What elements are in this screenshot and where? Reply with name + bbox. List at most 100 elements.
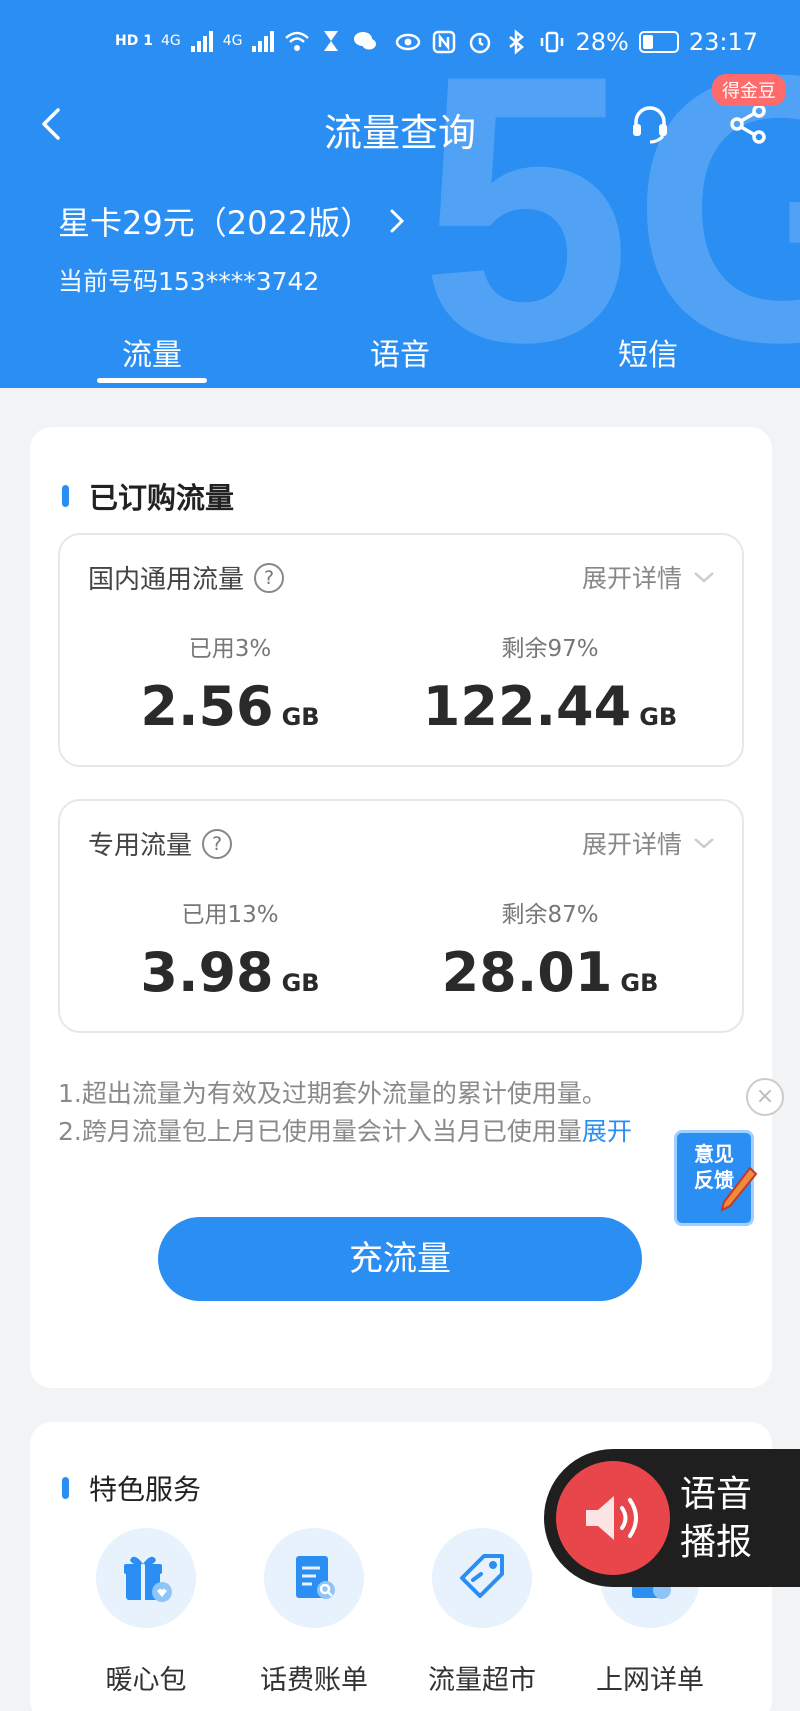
remaining-label: 剩余87% [501, 902, 599, 928]
service-item-warm-pack[interactable]: 暖心包 [76, 1528, 216, 1697]
service-item-bill[interactable]: 话费账单 [244, 1528, 384, 1697]
used-label: 已用13% [181, 902, 279, 928]
service-item-data-market[interactable]: 流量超市 [412, 1528, 552, 1697]
hourglass-icon [324, 31, 339, 51]
battery-text: 28% [575, 28, 629, 56]
battery-icon [638, 31, 679, 53]
feedback-close-button[interactable]: × [746, 1078, 784, 1116]
status-bar: HD 1 4G 4G 28% 23:17 [0, 18, 800, 74]
voice-broadcast-button[interactable]: 语音 播报 [544, 1449, 800, 1587]
service-label: 流量超市 [428, 1665, 536, 1696]
nfc-icon [433, 30, 456, 54]
used-value: 3.98 [140, 941, 274, 1004]
clock: 23:17 [688, 28, 758, 56]
remaining-label: 剩余97% [501, 636, 599, 662]
remaining-value: 28.01 [441, 941, 613, 1004]
tab-data[interactable]: 流量 [52, 330, 252, 374]
pencil-icon [720, 1166, 758, 1212]
expand-label: 展开详情 [581, 564, 682, 593]
service-label: 上网详单 [596, 1665, 704, 1696]
chevron-down-icon [694, 838, 714, 849]
eye-icon [396, 33, 421, 51]
expand-label: 展开详情 [581, 830, 682, 859]
used-value: 2.56 [140, 675, 274, 738]
used-value-row: 3.98 GB [80, 941, 380, 1004]
coin-badge[interactable]: 得金豆 [712, 74, 786, 106]
quota-box-general: 国内通用流量 ? 展开详情 已用3% 2.56 GB 剩余97% 122.44 GB [58, 533, 744, 767]
section-title-services: 特色服务 [62, 1468, 201, 1508]
help-icon[interactable]: ? [254, 562, 285, 593]
wifi-icon [285, 31, 310, 51]
service-icon-circle [264, 1528, 364, 1628]
voice-label: 语音 播报 [680, 1471, 752, 1567]
page-title: 流量查询 [323, 111, 476, 155]
phone-number: 当前号码153****3742 [58, 267, 320, 296]
bluetooth-icon [509, 29, 525, 55]
tag-icon [460, 1554, 504, 1598]
section-title-subscribed: 已订购流量 [62, 475, 234, 517]
plan-info[interactable]: 星卡29元（2022版） 当前号码153****3742 [58, 198, 408, 298]
tab-sms[interactable]: 短信 [548, 330, 748, 374]
net2-label: 4G [222, 33, 243, 49]
unit: GB [620, 969, 659, 997]
note-line-2: 2.跨月流量包上月已使用量会计入当月已使用量 [58, 1117, 582, 1146]
tab-bar: 流量 语音 短信 [0, 330, 800, 388]
voice-line-1: 语音 [680, 1474, 753, 1515]
net1-label: 4G [160, 33, 181, 49]
expand-details-button[interactable]: 展开详情 [582, 825, 716, 861]
nav-bar: 流量查询 [0, 90, 800, 162]
quota-name: 专用流量 [88, 831, 193, 861]
remaining-value-row: 122.44 GB [400, 675, 700, 738]
unit: GB [639, 703, 678, 731]
alarm-icon [470, 32, 491, 54]
services-title: 特色服务 [89, 1473, 202, 1506]
customer-service-icon[interactable] [628, 102, 672, 146]
voice-line-2: 播报 [680, 1522, 753, 1563]
note-line-2-row: 2.跨月流量包上月已使用量会计入当月已使用量展开 [58, 1113, 718, 1151]
quota-name: 国内通用流量 [88, 565, 245, 595]
signal-icon [190, 31, 213, 52]
quota-name-row: 专用流量 ? [88, 825, 233, 862]
chevron-right-icon [390, 209, 405, 233]
voice-icon-circle [556, 1461, 670, 1575]
used-stat: 已用3% 2.56 GB [80, 629, 380, 738]
sim1-label: HD 1 [115, 33, 153, 49]
gift-icon [124, 1556, 172, 1602]
signal-icon-2 [252, 31, 275, 52]
service-label: 话费账单 [260, 1665, 368, 1696]
notes: 1.超出流量为有效及过期套外流量的累计使用量。 2.跨月流量包上月已使用量会计入… [58, 1075, 718, 1151]
title-accent-bar [62, 485, 69, 507]
unit: GB [281, 703, 320, 731]
recharge-button[interactable]: 充流量 [158, 1217, 642, 1301]
header: 5G HD 1 4G 4G 28% 23:17 流量查询 得金豆 星卡29元（2… [0, 0, 800, 388]
quota-name-row: 国内通用流量 ? [88, 559, 285, 596]
remaining-value: 122.44 [422, 675, 632, 738]
unit: GB [281, 969, 320, 997]
quota-box-dedicated: 专用流量 ? 展开详情 已用13% 3.98 GB 剩余87% 28.01 GB [58, 799, 744, 1033]
subscribed-card: 已订购流量 国内通用流量 ? 展开详情 已用3% 2.56 GB 剩余97% 12… [30, 427, 772, 1388]
speaker-icon [586, 1496, 638, 1540]
service-icon-circle [432, 1528, 532, 1628]
used-value-row: 2.56 GB [80, 675, 380, 738]
vibrate-icon [541, 31, 564, 53]
notes-expand-link[interactable]: 展开 [582, 1117, 632, 1146]
subscribed-title: 已订购流量 [89, 481, 235, 515]
wechat-icon [354, 32, 377, 50]
title-accent-bar [62, 1477, 69, 1499]
expand-details-button[interactable]: 展开详情 [582, 559, 716, 595]
share-icon[interactable] [726, 102, 770, 146]
used-label: 已用3% [188, 636, 272, 662]
tab-indicator [97, 378, 207, 383]
remaining-stat: 剩余87% 28.01 GB [400, 895, 700, 1004]
status-left: HD 1 4G 4G [115, 28, 378, 54]
tab-voice[interactable]: 语音 [300, 330, 500, 374]
help-icon[interactable]: ? [202, 828, 233, 859]
plan-name: 星卡29元（2022版） [58, 204, 373, 242]
remaining-value-row: 28.01 GB [400, 941, 700, 1004]
note-line-1: 1.超出流量为有效及过期套外流量的累计使用量。 [58, 1079, 607, 1108]
service-label: 暖心包 [105, 1665, 187, 1696]
plan-name-row[interactable]: 星卡29元（2022版） [58, 198, 408, 244]
remaining-stat: 剩余97% 122.44 GB [400, 629, 700, 738]
used-stat: 已用13% 3.98 GB [80, 895, 380, 1004]
service-icon-circle [96, 1528, 196, 1628]
